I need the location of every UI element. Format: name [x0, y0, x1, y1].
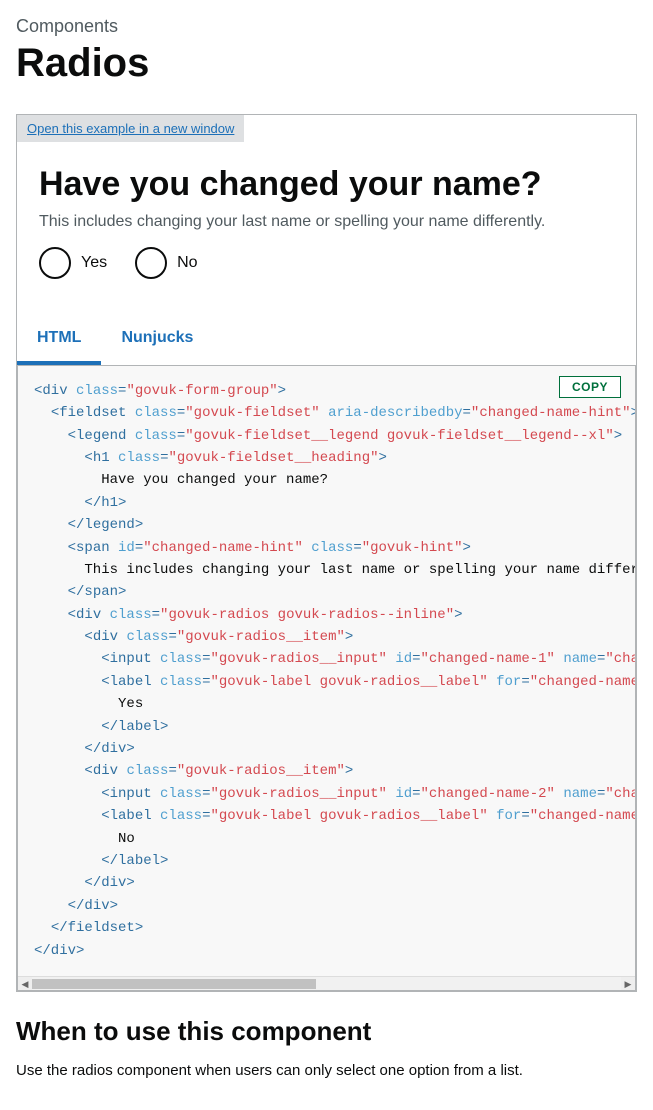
tab-html[interactable]: HTML — [17, 315, 101, 365]
scroll-right-icon[interactable]: ▶ — [621, 977, 635, 991]
radio-option-yes[interactable]: Yes — [39, 247, 107, 279]
horizontal-scrollbar[interactable]: ◀ ▶ — [18, 976, 635, 990]
code-panel: COPY <div class="govuk-form-group"> <fie… — [17, 366, 636, 991]
example-container: Open this example in a new window Have y… — [16, 114, 637, 992]
example-question-heading: Have you changed your name? — [39, 164, 614, 205]
radio-option-no[interactable]: No — [135, 247, 197, 279]
radios-inline-group: Yes No — [39, 247, 614, 279]
when-to-use-text: Use the radios component when users can … — [16, 1062, 637, 1079]
copy-button[interactable]: COPY — [559, 376, 621, 398]
radio-circle-icon — [39, 247, 71, 279]
when-to-use-heading: When to use this component — [16, 1016, 637, 1047]
scrollbar-thumb[interactable] — [32, 979, 316, 989]
tab-nunjucks[interactable]: Nunjucks — [101, 315, 213, 365]
radio-circle-icon — [135, 247, 167, 279]
code-block: <div class="govuk-form-group"> <fieldset… — [18, 366, 635, 976]
example-hint-text: This includes changing your last name or… — [39, 213, 614, 231]
code-tabs: HTML Nunjucks — [17, 315, 636, 366]
radio-label: Yes — [81, 254, 107, 272]
open-example-link[interactable]: Open this example in a new window — [17, 115, 244, 142]
breadcrumb: Components — [16, 16, 637, 37]
scroll-left-icon[interactable]: ◀ — [18, 977, 32, 991]
page-title: Radios — [16, 41, 637, 86]
radio-label: No — [177, 254, 197, 272]
example-preview: Have you changed your name? This include… — [17, 142, 636, 315]
